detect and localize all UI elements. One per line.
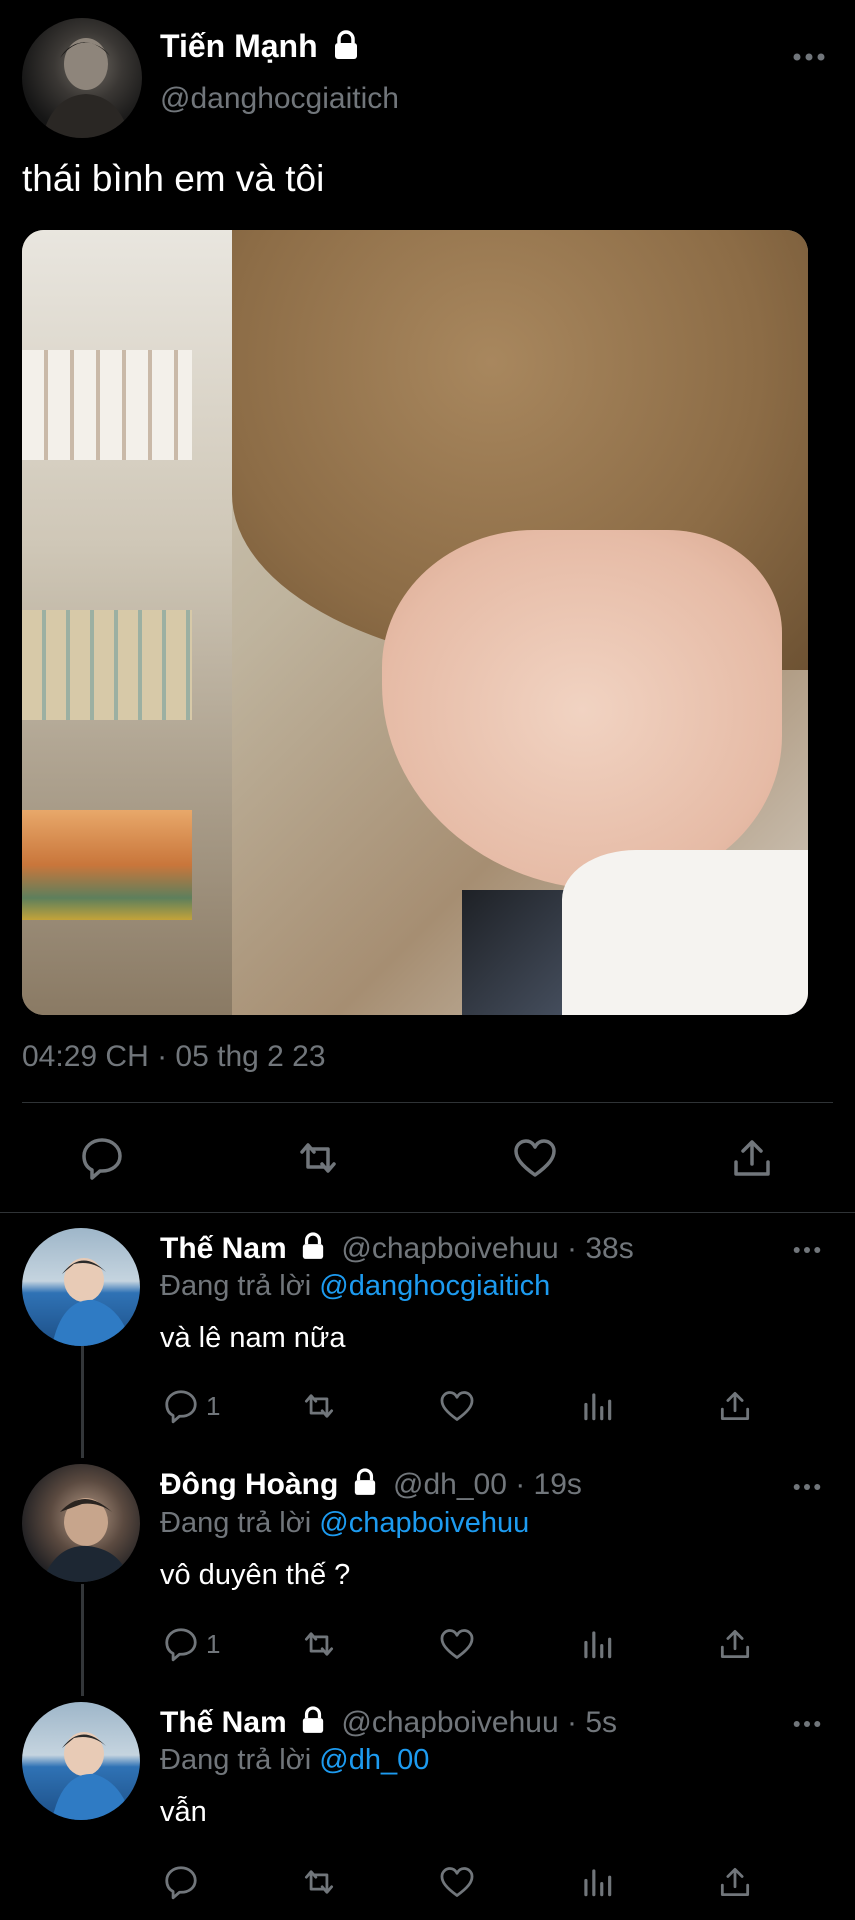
reply-header: Thế Nam @chapboivehuu · 5s: [160, 1706, 617, 1742]
tweet-photo[interactable]: [22, 230, 808, 1015]
reply-author-name[interactable]: Thế Nam: [160, 1706, 287, 1739]
analytics-button[interactable]: [578, 1624, 616, 1664]
like-button[interactable]: [438, 1386, 476, 1426]
replying-to: Đang trả lời @dh_00: [160, 1744, 429, 1777]
reply-button[interactable]: 1: [162, 1386, 220, 1426]
thread-line: [81, 1584, 84, 1696]
author-name-text: Tiến Mạnh: [160, 28, 318, 64]
photo-face: [382, 530, 782, 890]
share-icon[interactable]: [728, 1134, 776, 1182]
share-button[interactable]: [716, 1624, 754, 1664]
divider: [22, 1102, 833, 1103]
reply-icon[interactable]: [78, 1134, 126, 1182]
replying-to-link[interactable]: @danghocgiaitich: [319, 1270, 550, 1302]
retweet-button[interactable]: [300, 1624, 338, 1664]
analytics-icon: [584, 1631, 612, 1659]
more-options-icon[interactable]: [792, 1717, 826, 1731]
share-icon: [720, 1867, 750, 1897]
reply-header: Đông Hoàng @dh_00 · 19s: [160, 1468, 582, 1504]
lock-icon: [353, 1468, 377, 1504]
photo-shirt: [562, 850, 808, 1015]
replying-to: Đang trả lời @danghocgiaitich: [160, 1270, 550, 1303]
retweet-icon[interactable]: [294, 1134, 342, 1182]
reply-text: vẫn: [160, 1796, 207, 1828]
reply-header: Thế Nam @chapboivehuu · 38s: [160, 1232, 634, 1268]
photo-jar: [22, 810, 192, 920]
replying-to-link[interactable]: @chapboivehuu: [319, 1507, 529, 1539]
share-button[interactable]: [716, 1862, 754, 1902]
reply-icon: [165, 1628, 197, 1662]
avatar[interactable]: [22, 18, 142, 138]
avatar[interactable]: [22, 1702, 140, 1820]
reply-handle-time[interactable]: @chapboivehuu · 38s: [341, 1232, 633, 1265]
analytics-button[interactable]: [578, 1386, 616, 1426]
thread-line: [81, 1346, 84, 1458]
author-name[interactable]: Tiến Mạnh: [160, 28, 359, 68]
more-options-icon[interactable]: [792, 50, 826, 64]
photo-jar: [22, 350, 192, 460]
tweet-text: thái bình em và tôi: [22, 158, 325, 199]
like-button[interactable]: [438, 1862, 476, 1902]
like-icon[interactable]: [511, 1134, 559, 1182]
reply-icon: [165, 1390, 197, 1424]
reply-button[interactable]: [162, 1862, 206, 1902]
divider: [0, 1212, 855, 1213]
more-options-icon[interactable]: [792, 1480, 826, 1494]
lock-icon: [333, 29, 359, 68]
avatar-image: [42, 38, 130, 138]
replying-prefix: Đang trả lời: [160, 1507, 312, 1539]
share-button[interactable]: [716, 1386, 754, 1426]
tweet-timestamp[interactable]: 04:29 CH · 05 thg 2 23: [22, 1040, 326, 1074]
analytics-icon: [584, 1393, 612, 1421]
like-icon: [440, 1629, 474, 1659]
reply-button[interactable]: 1: [162, 1624, 220, 1664]
analytics-button[interactable]: [578, 1862, 616, 1902]
reply-count: 1: [206, 1390, 221, 1421]
analytics-icon: [584, 1869, 612, 1897]
reply-handle-time[interactable]: @dh_00 · 19s: [393, 1468, 582, 1501]
photo-jar: [22, 610, 192, 720]
retweet-icon: [304, 1870, 334, 1894]
like-icon: [440, 1867, 474, 1897]
share-icon: [720, 1629, 750, 1659]
replying-prefix: Đang trả lời: [160, 1270, 312, 1302]
lock-icon: [301, 1232, 325, 1268]
like-button[interactable]: [438, 1624, 476, 1664]
reply-handle-time[interactable]: @chapboivehuu · 5s: [341, 1706, 617, 1739]
author-handle[interactable]: @danghocgiaitich: [160, 82, 399, 116]
main-tweet: Tiến Mạnh @danghocgiaitich thái bình em …: [0, 0, 855, 1213]
reply-text: vô duyên thế ?: [160, 1559, 351, 1591]
replying-prefix: Đang trả lời: [160, 1744, 312, 1776]
more-options-icon[interactable]: [792, 1243, 826, 1257]
retweet-icon: [304, 1394, 334, 1418]
avatar[interactable]: [22, 1228, 140, 1346]
reply-icon: [165, 1866, 197, 1900]
retweet-button[interactable]: [300, 1862, 338, 1902]
reply-author-name[interactable]: Đông Hoàng: [160, 1468, 338, 1501]
like-icon: [440, 1391, 474, 1421]
retweet-icon: [304, 1632, 334, 1656]
lock-icon: [301, 1706, 325, 1742]
replying-to: Đang trả lời @chapboivehuu: [160, 1507, 529, 1540]
share-icon: [720, 1391, 750, 1421]
avatar[interactable]: [22, 1464, 140, 1582]
replying-to-link[interactable]: @dh_00: [319, 1744, 429, 1776]
retweet-button[interactable]: [300, 1386, 338, 1426]
reply-author-name[interactable]: Thế Nam: [160, 1232, 287, 1265]
reply-text: và lê nam nữa: [160, 1322, 346, 1354]
reply-count: 1: [206, 1628, 221, 1659]
